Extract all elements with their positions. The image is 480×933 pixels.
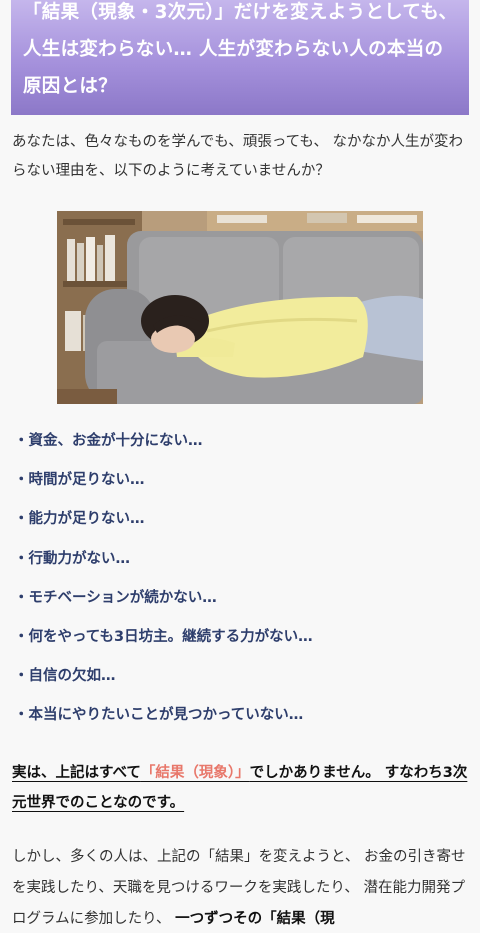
reasons-list: ・資金、お金が十分にない… ・時間が足りない… ・能力が足りない… ・行動力がな… — [14, 426, 474, 740]
highlight-emphasis: 「結果（現象）」 — [140, 765, 250, 781]
highlight-paragraph: 実は、上記はすべて「結果（現象）」でしかありません。 すなわち3次元世界でのこと… — [12, 758, 474, 818]
list-item: ・モチベーションが続かない… — [14, 589, 217, 606]
list-item: ・自信の欠如… — [14, 668, 116, 685]
woman-sleeping-on-sofa-photo — [57, 211, 423, 404]
list-item: ・本当にやりたいことが見つかっていない… — [14, 707, 304, 724]
photo-illustration — [57, 211, 423, 404]
list-item: ・何をやっても3日坊主。継続する力がない… — [14, 628, 313, 645]
list-item: ・行動力がない… — [14, 550, 130, 567]
list-item: ・時間が足りない… — [14, 472, 145, 489]
highlight-text-1: 実は、上記はすべて — [12, 765, 141, 781]
body-strong-text: 一つずつその「結果（現 — [175, 911, 335, 927]
list-item: ・能力が足りない… — [14, 511, 145, 528]
header-banner: 「結果（現象・3次元）」だけを変えようとしても、人生は変わらない… 人生が変わら… — [11, 0, 469, 115]
list-item: ・資金、お金が十分にない… — [14, 433, 203, 449]
page: 「結果（現象・3次元）」だけを変えようとしても、人生は変わらない… 人生が変わら… — [0, 0, 480, 933]
body-paragraph: しかし、多くの人は、上記の「結果」を変えようと、 お金の引き寄せを実践したり、天… — [12, 842, 474, 933]
page-title: 「結果（現象・3次元）」だけを変えようとしても、人生は変わらない… 人生が変わら… — [23, 2, 458, 97]
intro-paragraph: あなたは、色々なものを学んでも、頑張っても、 なかなか人生が変わらない理由を、以… — [12, 134, 464, 179]
